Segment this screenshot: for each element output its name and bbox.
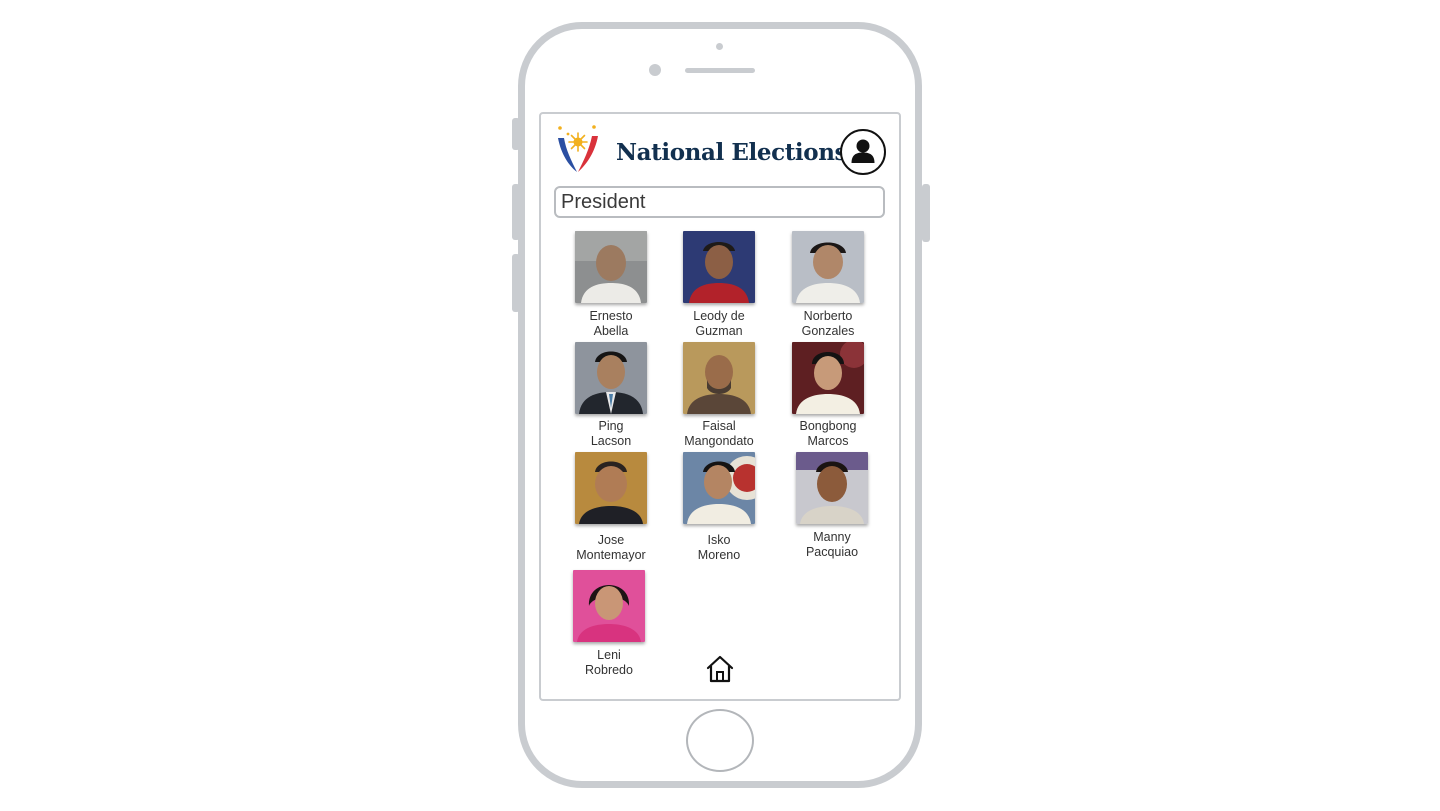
candidate-photo — [575, 231, 647, 303]
candidate-card-gonzales[interactable]: Norberto Gonzales — [792, 231, 864, 338]
candidate-card-abella[interactable]: Ernesto Abella — [575, 231, 647, 338]
app-title: National Elections — [616, 139, 848, 166]
candidate-card-robredo[interactable]: Leni Robredo — [573, 570, 645, 677]
front-camera — [649, 64, 661, 76]
silent-switch — [512, 118, 520, 150]
position-field[interactable]: President — [554, 186, 885, 218]
home-icon — [706, 655, 734, 683]
proximity-sensor — [716, 43, 723, 50]
profile-button[interactable] — [840, 129, 886, 175]
volume-up-button — [512, 184, 520, 240]
candidate-card-montemayor[interactable]: Jose Montemayor — [575, 452, 647, 562]
earpiece-speaker — [685, 68, 755, 73]
candidate-photo — [683, 342, 755, 414]
candidate-card-marcos[interactable]: Bongbong Marcos — [792, 342, 864, 448]
candidate-photo — [683, 231, 755, 303]
candidate-name: Norberto Gonzales — [801, 309, 855, 338]
home-nav-button[interactable] — [703, 652, 737, 686]
candidate-name: Ernesto Abella — [589, 309, 633, 338]
candidate-name: Manny Pacquiao — [805, 530, 859, 559]
candidate-photo — [575, 342, 647, 414]
candidate-card-moreno[interactable]: Isko Moreno — [683, 452, 755, 562]
candidate-photo — [796, 452, 868, 524]
power-button — [922, 184, 930, 242]
candidate-name: Leni Robredo — [585, 648, 633, 677]
candidate-card-lacson[interactable]: Ping Lacson — [575, 342, 647, 448]
phone-home-button[interactable] — [686, 709, 754, 772]
candidate-photo — [792, 231, 864, 303]
candidate-photo — [575, 452, 647, 524]
candidate-name: Leody de Guzman — [693, 309, 745, 338]
election-logo-icon — [555, 124, 601, 174]
candidate-card-pacquiao[interactable]: Manny Pacquiao — [796, 452, 868, 559]
candidate-name: Jose Montemayor — [576, 533, 646, 562]
candidate-name: Ping Lacson — [590, 419, 632, 448]
volume-down-button — [512, 254, 520, 312]
candidate-photo — [573, 570, 645, 642]
user-profile-icon — [851, 139, 875, 163]
candidate-card-mangondato[interactable]: Faisal Mangondato — [683, 342, 755, 448]
candidate-card-de-guzman[interactable]: Leody de Guzman — [683, 231, 755, 338]
candidate-name: Faisal Mangondato — [684, 419, 754, 448]
candidate-photo — [683, 452, 755, 524]
candidate-name: Bongbong Marcos — [799, 419, 857, 448]
candidate-photo — [792, 342, 864, 414]
candidate-name: Isko Moreno — [697, 533, 741, 562]
